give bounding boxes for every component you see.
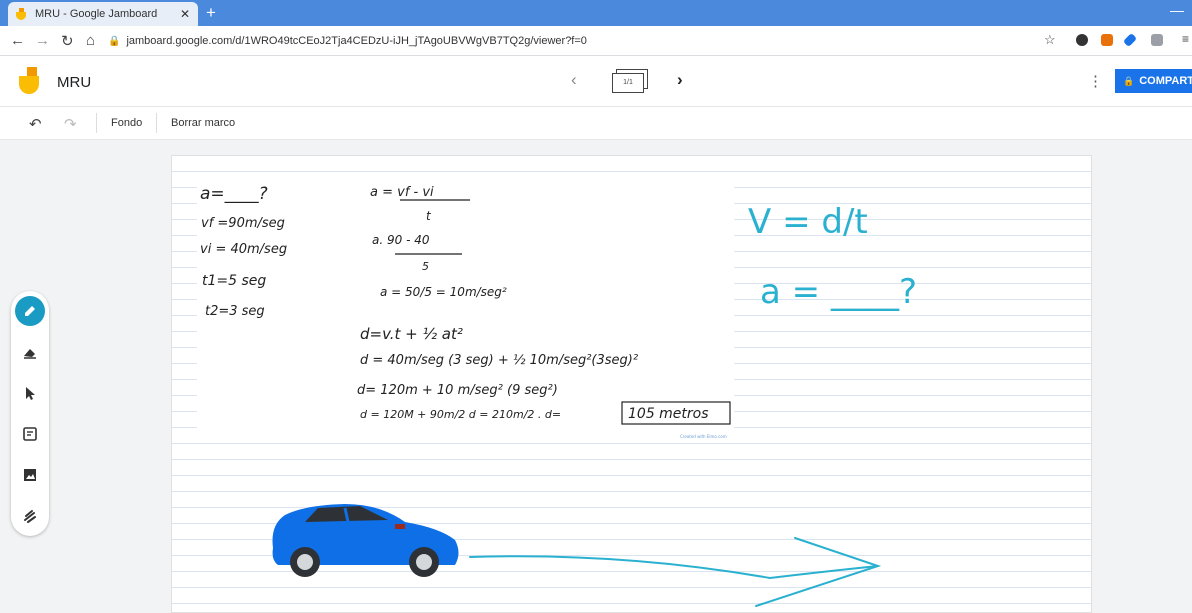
mid-formula-line: d= 120m + 10 m/seg² (9 seg²) (357, 383, 558, 398)
pen-icon[interactable] (15, 296, 45, 326)
board-drawing-layer: a=____? vf =90m/seg vi = 40m/seg t1=5 se… (200, 184, 917, 607)
left-formula-line: a=____? (200, 184, 268, 204)
mid-formula-denominator: t (426, 209, 432, 223)
left-formula-line: vi = 40m/seg (200, 242, 287, 257)
sticky-note-icon[interactable] (15, 419, 45, 449)
mid-formula-line: d = 40m/seg (3 seg) + ½ 10m/seg²(3seg)² (360, 353, 638, 368)
right-formula-acceleration: a = ____? (760, 272, 917, 312)
mid-formula-line: d=v.t + ½ at² (360, 325, 463, 343)
created-with-stamp: Created with Elmo.com (680, 434, 727, 439)
teal-ink: V = d/t a = ____? (469, 202, 917, 607)
left-formula-line: vf =90m/seg (201, 216, 285, 231)
mid-formula-line: a = 50/5 = 10m/seg² (380, 285, 507, 299)
laser-icon[interactable] (15, 501, 45, 531)
mid-formula-line: d = 120M + 90m/2 d = 210m/2 . d= (360, 408, 561, 421)
car-image (272, 504, 459, 577)
image-icon[interactable] (15, 460, 45, 490)
mid-formula-denominator: 5 (422, 260, 429, 273)
left-formula-line: t2=3 seg (205, 304, 265, 319)
eraser-icon[interactable] (15, 337, 45, 367)
right-formula-speed: V = d/t (748, 202, 868, 242)
answer-text: 105 metros (628, 406, 709, 422)
mid-formula-line: a = vf - vi (370, 185, 434, 200)
tool-sidebar (11, 291, 49, 536)
left-formula-line: t1=5 seg (202, 273, 266, 289)
select-icon[interactable] (15, 378, 45, 408)
motion-arrow-shaft (469, 555, 879, 580)
mid-formula-line: a. 90 - 40 (372, 233, 430, 247)
